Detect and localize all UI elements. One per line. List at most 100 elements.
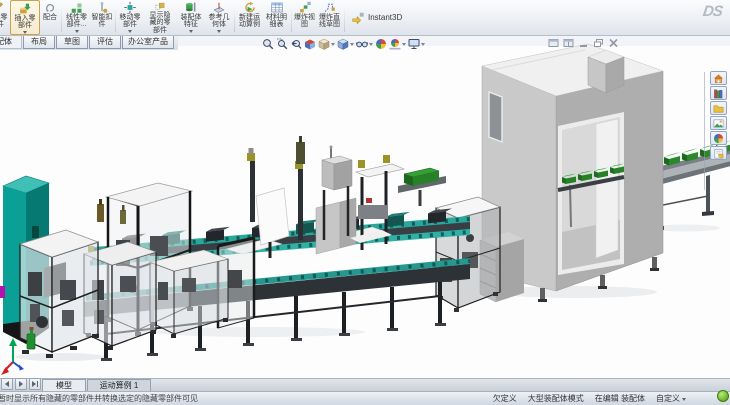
pane-window-split-icon[interactable] [563, 38, 574, 48]
tab-office-products[interactable]: 办公室产品 [122, 36, 174, 49]
ribbon-button-label: 装配体 特征 [181, 14, 202, 29]
tab-evaluate[interactable]: 评估 [89, 36, 121, 49]
ribbon-button-explode-line-sketch[interactable]: 爆炸直 线草图 [316, 0, 343, 35]
tab-scroll-last-button[interactable] [29, 378, 41, 390]
show-hidden-components-icon [153, 1, 167, 12]
view-settings-icon [408, 38, 420, 50]
section-view-button[interactable] [304, 38, 316, 50]
ribbon-button-label: 材料明 细表 [266, 14, 287, 29]
tab-sketch[interactable]: 草图 [56, 36, 88, 49]
hide-show-items-icon [356, 38, 368, 50]
view-orientation-button[interactable] [318, 38, 335, 50]
assembly-features-icon [184, 1, 198, 14]
tab-scroll-first-button[interactable] [1, 378, 13, 390]
mate-icon [43, 1, 57, 14]
exploded-view-icon [298, 1, 312, 14]
zoom-to-area-button[interactable] [276, 38, 288, 50]
section-view-icon [304, 38, 316, 50]
linear-component-pattern-icon [70, 1, 84, 14]
ribbon-separator [61, 3, 62, 32]
enclosure-window [489, 92, 502, 142]
tab-layout[interactable]: 布局 [23, 36, 55, 49]
magenta-part [0, 286, 5, 298]
taskpane-design-library-button[interactable] [710, 86, 727, 100]
edit-appearance-icon [375, 38, 387, 50]
display-style-button[interactable] [337, 38, 354, 50]
ribbon-button-smart-fasteners[interactable]: 智能扣 件 [90, 0, 114, 35]
previous-view-button[interactable] [290, 38, 302, 50]
viewport-3d-scene[interactable] [0, 36, 730, 378]
view-settings-button[interactable] [408, 38, 425, 50]
taskpane-file-explorer-button[interactable] [710, 101, 727, 115]
ribbon-separator [115, 3, 116, 32]
ribbon-button-instant3d[interactable]: Instant3D [346, 0, 406, 35]
display-style-icon [337, 38, 349, 50]
ribbon-button-label: 参考几 何体 [209, 14, 230, 29]
ribbon-button-linear-pattern[interactable]: 线性零 部件... [63, 0, 90, 35]
view-palette-icon [713, 118, 724, 129]
taskpane-resources-button[interactable] [710, 71, 727, 85]
dropdown-caret-icon [421, 43, 425, 46]
reference-geometry-icon [212, 1, 226, 14]
task-pane [710, 71, 727, 160]
appearances-scenes-icon [713, 133, 724, 144]
ribbon-button-mate[interactable]: 配合 [40, 0, 60, 35]
apply-scene-button[interactable] [389, 38, 406, 50]
dropdown-caret-icon [128, 30, 132, 33]
enclosure-doorway [558, 112, 624, 275]
ribbon-button-label: 智能扣 件 [92, 14, 113, 29]
taskpane-view-palette-button[interactable] [710, 116, 727, 130]
status-custom-dropdown[interactable]: 自定义 [656, 393, 686, 404]
ribbon-button-insert-component[interactable]: 插入零 部件 [10, 0, 40, 35]
explode-line-sketch-icon [323, 1, 337, 14]
dropdown-caret-icon [189, 30, 193, 33]
minimize-icon[interactable] [578, 38, 589, 48]
dropdown-caret-icon [331, 43, 335, 46]
apply-scene-icon [389, 38, 401, 50]
instant3d-icon [350, 11, 366, 25]
ribbon-button-exploded-view[interactable]: 爆炸视 图 [293, 0, 316, 35]
ribbon-button-move-component[interactable]: 移动零 部件 [117, 0, 143, 35]
document-window-controls [548, 38, 619, 48]
custom-properties-icon [713, 148, 724, 159]
previous-view-icon [290, 38, 302, 50]
close-icon[interactable] [608, 38, 619, 48]
design-library-icon [713, 88, 724, 99]
ribbon-button-label: Instant3D [368, 14, 402, 21]
view-orientation-icon [318, 38, 330, 50]
dropdown-caret-icon [217, 30, 221, 33]
ribbon-button-show-hidden-components[interactable]: 显示隐 藏的零 部件 [143, 0, 177, 35]
ribbon-button-label: 线性零 部件... [66, 14, 87, 29]
dropdown-caret-icon [350, 43, 354, 46]
taskpane-splitter[interactable] [704, 72, 705, 190]
ribbon-button-new-motion-study[interactable]: 新建运 动算例 [236, 0, 263, 35]
solidworks-resources-icon [713, 73, 724, 84]
restore-icon[interactable] [593, 38, 604, 48]
zoom-to-fit-button[interactable] [262, 38, 274, 50]
edit-appearance-button[interactable] [375, 38, 387, 50]
status-bar: 暂时显示所有隐藏的零部件并转换选定的隐藏零部件可见 欠定义 大型装配体模式 在编… [0, 391, 730, 405]
pane-window-icon[interactable] [548, 38, 559, 48]
dropdown-caret-icon [369, 43, 373, 46]
dropdown-caret-icon [23, 31, 27, 34]
ribbon-button-edit-component[interactable]: 编辑零 部件 [0, 0, 10, 35]
ribbon-button-reference-geometry[interactable]: 参考几 何体 [205, 0, 233, 35]
model-motion-tab-bar: 模型 运动算例 1 [0, 378, 730, 391]
taskpane-custom-properties-button[interactable] [710, 146, 727, 160]
insert-component-icon [18, 2, 32, 15]
ribbon-button-label: 配合 [43, 14, 57, 21]
edit-component-icon [0, 1, 4, 14]
model-tab[interactable]: 模型 [42, 379, 86, 391]
taskpane-appearances-button[interactable] [710, 131, 727, 145]
white-guard-panel [256, 188, 289, 245]
tab-scroll-left-button[interactable] [15, 378, 27, 390]
quick-tip-icon[interactable] [717, 390, 729, 402]
graphics-viewport[interactable] [0, 36, 730, 378]
ribbon-button-bill-of-materials[interactable]: 材料明 细表 [263, 0, 290, 35]
ribbon-button-assembly-features[interactable]: 装配体 特征 [177, 0, 205, 35]
motion-study-tab[interactable]: 运动算例 1 [87, 379, 151, 391]
hide-show-items-button[interactable] [356, 38, 373, 50]
tab-assembly[interactable]: 装配体 [0, 36, 22, 49]
ribbon-button-label: 显示隐 藏的零 部件 [150, 12, 171, 34]
ribbon-separator [234, 3, 235, 32]
